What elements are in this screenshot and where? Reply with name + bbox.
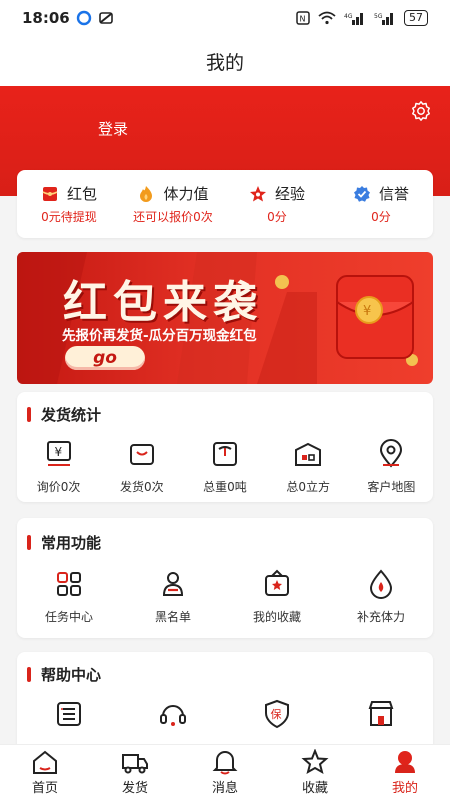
signal-icon-2: 5G: [374, 13, 393, 25]
grid-label: 询价0次: [36, 480, 81, 494]
total-volume-item[interactable]: 总0立方: [268, 438, 348, 495]
section-title: 帮助中心: [41, 666, 102, 684]
customer-service-item[interactable]: [133, 698, 213, 730]
complaint-list-icon: [57, 702, 81, 726]
title-bar: 我的: [0, 36, 450, 86]
logistics-store-item[interactable]: [341, 698, 421, 730]
red-envelope-icon: ¥: [336, 275, 414, 359]
total-weight-item[interactable]: 总重0吨: [185, 438, 265, 495]
star-icon: [249, 185, 266, 201]
store-icon: [368, 701, 394, 726]
svg-text:¥: ¥: [54, 445, 62, 459]
battery-indicator: 57: [404, 10, 428, 26]
tab-label: 收藏: [301, 781, 328, 796]
tab-label: 首页: [31, 781, 58, 796]
bell-icon: [212, 751, 238, 775]
svg-text:4G: 4G: [344, 13, 353, 20]
grid-label: 发货0次: [119, 480, 164, 494]
stat-red-packet[interactable]: 红包 0元待提现: [17, 183, 121, 225]
shipping-stats-card: 发货统计 ¥ 询价0次 发货0次 总重0吨 总0立方 客户地图: [17, 392, 433, 502]
tab-label: 消息: [211, 781, 238, 796]
stat-stamina[interactable]: 体力值 还可以报价0次: [121, 183, 225, 225]
task-center-item[interactable]: 任务中心: [29, 568, 109, 625]
map-pin-icon: [380, 439, 403, 468]
grid-label: 黑名单: [154, 610, 191, 624]
svg-text:N: N: [300, 15, 306, 24]
common-functions-card: 常用功能 任务中心 黑名单 我的收藏 补充体力: [17, 518, 433, 638]
tab-ship[interactable]: 发货: [100, 745, 170, 800]
tab-messages[interactable]: 消息: [190, 745, 260, 800]
stat-label: 经验: [274, 185, 305, 203]
credit-badge-icon: [353, 185, 370, 202]
title-bar-accent: [27, 667, 31, 682]
svg-text:5G: 5G: [374, 13, 383, 20]
favorite-box-icon: [265, 569, 289, 596]
stat-value: 还可以报价0次: [133, 210, 213, 224]
title-bar-accent: [27, 535, 31, 550]
stat-experience[interactable]: 经验 0分: [225, 183, 329, 225]
signal-icon-1: 4G: [344, 13, 363, 25]
grid-label: 补充体力: [356, 610, 405, 624]
shipment-count-item[interactable]: 发货0次: [102, 438, 182, 495]
notification-icon: [98, 12, 113, 24]
volume-icon: [295, 442, 322, 466]
stat-label: 体力值: [163, 185, 209, 203]
customer-map-item[interactable]: 客户地图: [351, 438, 431, 495]
tab-label: 我的: [391, 781, 418, 796]
section-title: 发货统计: [41, 406, 102, 424]
star-tab-icon: [301, 749, 329, 775]
blacklist-icon: [162, 572, 184, 596]
stat-label: 信誉: [378, 185, 409, 203]
tab-favorites[interactable]: 收藏: [280, 745, 350, 800]
ship-box-icon: [129, 444, 154, 465]
insurance-item[interactable]: 保: [237, 698, 317, 730]
grid-label: 总0立方: [286, 480, 330, 494]
headset-icon: [160, 705, 186, 726]
refill-stamina-item[interactable]: 补充体力: [341, 568, 421, 625]
status-bar: 18:06 N 4G 5G 57: [0, 0, 450, 36]
grid-label: 总重0吨: [203, 480, 247, 494]
settings-icon[interactable]: [410, 100, 432, 122]
inquiry-icon: ¥: [46, 441, 71, 466]
task-grid-icon: [57, 572, 81, 596]
tab-mine-badge: [398, 751, 412, 765]
truck-icon: [122, 754, 148, 774]
stat-value: 0分: [267, 210, 287, 224]
stat-credit[interactable]: 信誉 0分: [329, 183, 433, 225]
energy-drop-icon: [369, 569, 393, 599]
section-title: 常用功能: [41, 534, 102, 552]
title-bar-accent: [27, 407, 31, 422]
promo-banner[interactable]: 红包来袭 先报价再发货-瓜分百万现金红包 go ¥: [17, 252, 433, 384]
tab-home[interactable]: 首页: [10, 745, 80, 800]
banner-title: 红包来袭: [63, 277, 263, 328]
flame-icon: [140, 185, 153, 202]
banner-subtitle: 先报价再发货-瓜分百万现金红包: [62, 328, 257, 344]
grid-label: 任务中心: [44, 610, 93, 624]
wifi-icon: [318, 11, 336, 25]
grid-label: 客户地图: [367, 480, 416, 494]
my-favorites-item[interactable]: 我的收藏: [237, 568, 317, 625]
nfc-icon: N: [296, 11, 310, 25]
red-packet-icon: [42, 186, 58, 201]
banner-go-button[interactable]: go: [65, 346, 145, 370]
svg-text:¥: ¥: [363, 304, 371, 319]
blacklist-item[interactable]: 黑名单: [133, 568, 213, 625]
bottom-tab-bar: 首页 发货 消息 收藏 我的: [0, 744, 450, 800]
insurance-icon: 保: [265, 699, 289, 729]
login-button[interactable]: 登录: [98, 118, 128, 139]
stat-label: 红包: [66, 185, 97, 203]
sync-icon: [76, 10, 91, 26]
status-time: 18:06: [22, 9, 70, 27]
grid-label: 我的收藏: [252, 610, 301, 624]
stat-value: 0分: [371, 210, 391, 224]
stat-value: 0元待提现: [41, 210, 97, 224]
page-title: 我的: [205, 51, 244, 74]
inquiry-count-item[interactable]: ¥ 询价0次: [19, 438, 99, 495]
weight-icon: [212, 442, 237, 466]
svg-text:保: 保: [271, 707, 282, 721]
tab-label: 发货: [121, 781, 148, 796]
account-stats-card: 红包 0元待提现 体力值 还可以报价0次 经验 0分 信誉 0分: [17, 170, 433, 238]
home-icon: [33, 750, 57, 774]
complaint-item[interactable]: [29, 698, 109, 730]
